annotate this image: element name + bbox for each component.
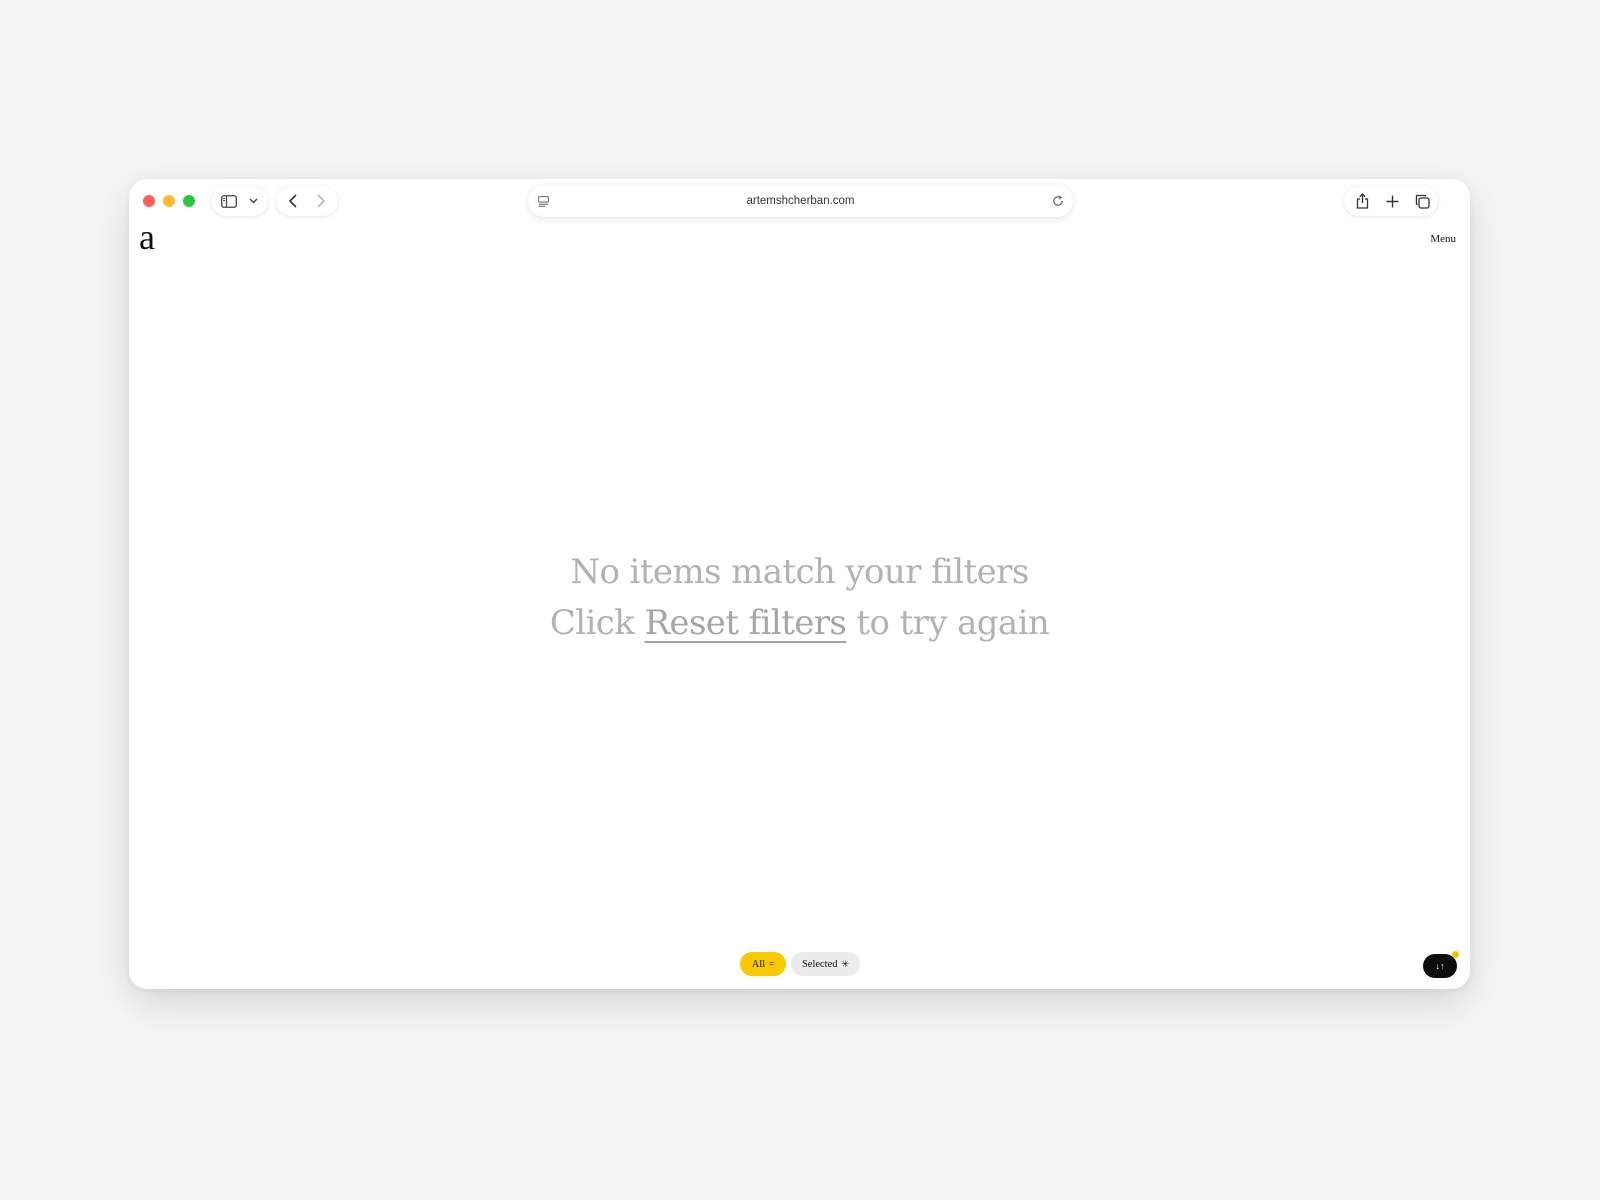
close-window-button[interactable] bbox=[143, 195, 155, 207]
sort-arrows-icon: ↓↑ bbox=[1435, 961, 1445, 971]
menu-link[interactable]: Menu bbox=[1430, 233, 1456, 245]
filter-all-button[interactable]: All = bbox=[740, 952, 786, 976]
line2-suffix: to try again bbox=[846, 603, 1050, 643]
back-arrow-icon[interactable] bbox=[280, 186, 306, 216]
line2-prefix: Click bbox=[549, 603, 645, 643]
actions-group bbox=[1344, 186, 1438, 216]
reset-filters-link[interactable]: Reset filters bbox=[644, 603, 846, 643]
filter-selected-button[interactable]: Selected ✳ bbox=[791, 952, 860, 976]
notification-dot bbox=[1452, 951, 1459, 958]
equals-icon: = bbox=[769, 959, 775, 969]
minimize-window-button[interactable] bbox=[163, 195, 175, 207]
asterisk-icon: ✳ bbox=[841, 958, 850, 969]
sort-button[interactable]: ↓↑ bbox=[1423, 951, 1459, 978]
maximize-window-button[interactable] bbox=[183, 195, 195, 207]
tab-overview-icon[interactable] bbox=[1408, 186, 1436, 216]
empty-state-line1: No items match your filters bbox=[570, 552, 1029, 592]
address-bar[interactable]: artemshcherban.com bbox=[528, 185, 1073, 217]
url-text[interactable]: artemshcherban.com bbox=[528, 185, 1073, 217]
new-tab-icon[interactable] bbox=[1378, 186, 1406, 216]
sidebar-icon[interactable] bbox=[217, 186, 241, 216]
browser-window: artemshcherban.com a Menu No items match… bbox=[129, 179, 1470, 989]
filter-all-label: All bbox=[751, 958, 766, 970]
empty-state-line2: Click Reset filters to try again bbox=[129, 598, 1470, 649]
browser-toolbar: artemshcherban.com bbox=[129, 179, 1470, 223]
share-icon[interactable] bbox=[1348, 186, 1376, 216]
reload-icon[interactable] bbox=[1049, 185, 1067, 217]
sidebar-toggle-group bbox=[211, 186, 268, 216]
navigation-group bbox=[276, 186, 338, 216]
empty-state-message: No items match your filters Click Reset … bbox=[129, 547, 1470, 649]
chevron-down-icon[interactable] bbox=[244, 186, 262, 216]
site-logo[interactable]: a bbox=[139, 217, 155, 257]
filter-selected-label: Selected bbox=[801, 958, 838, 970]
forward-arrow-icon[interactable] bbox=[308, 186, 334, 216]
